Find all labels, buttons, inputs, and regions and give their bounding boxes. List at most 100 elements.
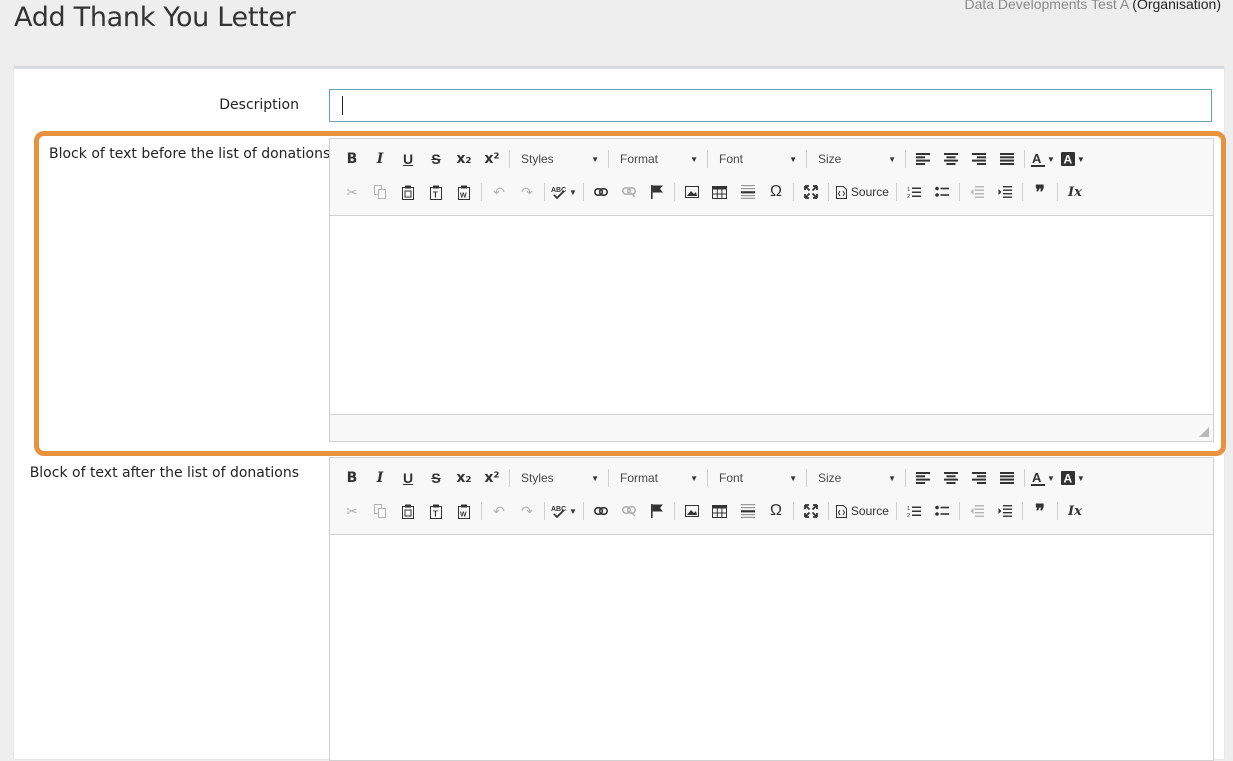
blockquote-button[interactable]: ❞ — [1026, 499, 1054, 523]
decrease-indent-button[interactable] — [963, 180, 991, 204]
align-left-button[interactable] — [909, 147, 937, 171]
decrease-indent-button[interactable] — [963, 499, 991, 523]
cut-button[interactable]: ✂ — [338, 180, 366, 204]
image-button[interactable] — [678, 180, 706, 204]
undo-button[interactable]: ↶ — [485, 180, 513, 204]
align-center-button[interactable] — [937, 466, 965, 490]
table-button[interactable] — [706, 499, 734, 523]
bulleted-list-button[interactable] — [928, 180, 956, 204]
text-color-button[interactable]: A ▼ — [1028, 466, 1058, 490]
toolbar-separator — [608, 469, 609, 487]
font-dropdown[interactable]: Font ▼ — [711, 466, 803, 490]
italic-button[interactable]: I — [366, 147, 394, 171]
size-dropdown[interactable]: Size ▼ — [810, 147, 902, 171]
toolbar-separator — [1056, 502, 1058, 520]
superscript-button[interactable]: x² — [478, 466, 506, 490]
align-right-button[interactable] — [965, 466, 993, 490]
font-dropdown[interactable]: Font ▼ — [711, 147, 803, 171]
paste-button[interactable] — [394, 499, 422, 523]
format-dropdown[interactable]: Format ▼ — [612, 147, 704, 171]
horizontal-rule-icon — [740, 185, 755, 199]
link-button[interactable] — [587, 499, 615, 523]
copy-button[interactable] — [366, 180, 394, 204]
format-dropdown[interactable]: Format ▼ — [612, 466, 704, 490]
paste-word-button[interactable]: W — [450, 180, 478, 204]
svg-text:W: W — [460, 511, 467, 518]
subscript-button[interactable]: x₂ — [450, 147, 478, 171]
anchor-button[interactable] — [643, 180, 671, 204]
resize-handle-icon[interactable] — [1199, 427, 1209, 437]
paste-word-button[interactable]: W — [450, 499, 478, 523]
numbered-list-button[interactable]: 12 — [900, 499, 928, 523]
justify-button[interactable] — [993, 147, 1021, 171]
source-button[interactable]: Source — [832, 499, 893, 523]
underline-button[interactable]: U — [394, 147, 422, 171]
toolbar-separator — [792, 502, 794, 520]
justify-button[interactable] — [993, 466, 1021, 490]
image-button[interactable] — [678, 499, 706, 523]
font-label: Font — [719, 152, 744, 166]
indent-icon — [998, 505, 1012, 517]
italic-button[interactable]: I — [366, 466, 394, 490]
styles-dropdown[interactable]: Styles ▼ — [513, 147, 605, 171]
editor-content-area[interactable] — [330, 216, 1213, 414]
horizontal-rule-button[interactable] — [734, 499, 762, 523]
remove-format-button[interactable]: Ix — [1061, 499, 1089, 523]
link-button[interactable] — [587, 180, 615, 204]
align-right-icon — [972, 153, 986, 165]
text-color-button[interactable]: A ▼ — [1028, 147, 1058, 171]
background-color-button[interactable]: A ▼ — [1058, 147, 1088, 171]
paste-word-icon: W — [458, 185, 470, 200]
blockquote-button[interactable]: ❞ — [1026, 180, 1054, 204]
unlink-button[interactable] — [615, 499, 643, 523]
undo-button[interactable]: ↶ — [485, 499, 513, 523]
background-color-button[interactable]: A ▼ — [1058, 466, 1088, 490]
subscript-button[interactable]: x₂ — [450, 466, 478, 490]
special-char-button[interactable]: Ω — [762, 499, 790, 523]
align-center-button[interactable] — [937, 147, 965, 171]
description-input[interactable] — [329, 89, 1212, 122]
maximize-button[interactable] — [797, 180, 825, 204]
svg-text:2: 2 — [907, 194, 910, 199]
cut-button[interactable]: ✂ — [338, 499, 366, 523]
bold-button[interactable]: B — [338, 466, 366, 490]
numbered-list-button[interactable]: 12 — [900, 180, 928, 204]
organisation-name: Data Developments Test A — [964, 0, 1129, 12]
align-right-button[interactable] — [965, 147, 993, 171]
cut-icon: ✂ — [346, 502, 358, 519]
maximize-button[interactable] — [797, 499, 825, 523]
editor-content-area[interactable] — [330, 535, 1213, 733]
align-left-button[interactable] — [909, 466, 937, 490]
size-dropdown[interactable]: Size ▼ — [810, 466, 902, 490]
source-button[interactable]: Source — [832, 180, 893, 204]
paste-button[interactable] — [394, 180, 422, 204]
text-caret — [342, 96, 343, 115]
spellcheck-button[interactable]: ABC ▼ — [548, 180, 580, 204]
quote-icon: ❞ — [1035, 181, 1045, 202]
bulleted-list-button[interactable] — [928, 499, 956, 523]
remove-format-button[interactable]: Ix — [1061, 180, 1089, 204]
horizontal-rule-button[interactable] — [734, 180, 762, 204]
strikethrough-button[interactable]: S — [422, 147, 450, 171]
redo-button[interactable]: ↷ — [513, 180, 541, 204]
paste-text-button[interactable]: T — [422, 180, 450, 204]
increase-indent-button[interactable] — [991, 180, 1019, 204]
styles-dropdown[interactable]: Styles ▼ — [513, 466, 605, 490]
increase-indent-button[interactable] — [991, 499, 1019, 523]
underline-button[interactable]: U — [394, 466, 422, 490]
anchor-button[interactable] — [643, 499, 671, 523]
table-icon — [712, 185, 728, 199]
svg-text:ABC: ABC — [551, 506, 566, 513]
special-char-button[interactable]: Ω — [762, 180, 790, 204]
spellcheck-button[interactable]: ABC ▼ — [548, 499, 580, 523]
copy-button[interactable] — [366, 499, 394, 523]
strikethrough-button[interactable]: S — [422, 466, 450, 490]
align-left-icon — [916, 153, 930, 165]
bold-button[interactable]: B — [338, 147, 366, 171]
paste-text-button[interactable]: T — [422, 499, 450, 523]
table-button[interactable] — [706, 180, 734, 204]
unlink-button[interactable] — [615, 180, 643, 204]
toolbar-separator — [582, 183, 584, 201]
superscript-button[interactable]: x² — [478, 147, 506, 171]
redo-button[interactable]: ↷ — [513, 499, 541, 523]
